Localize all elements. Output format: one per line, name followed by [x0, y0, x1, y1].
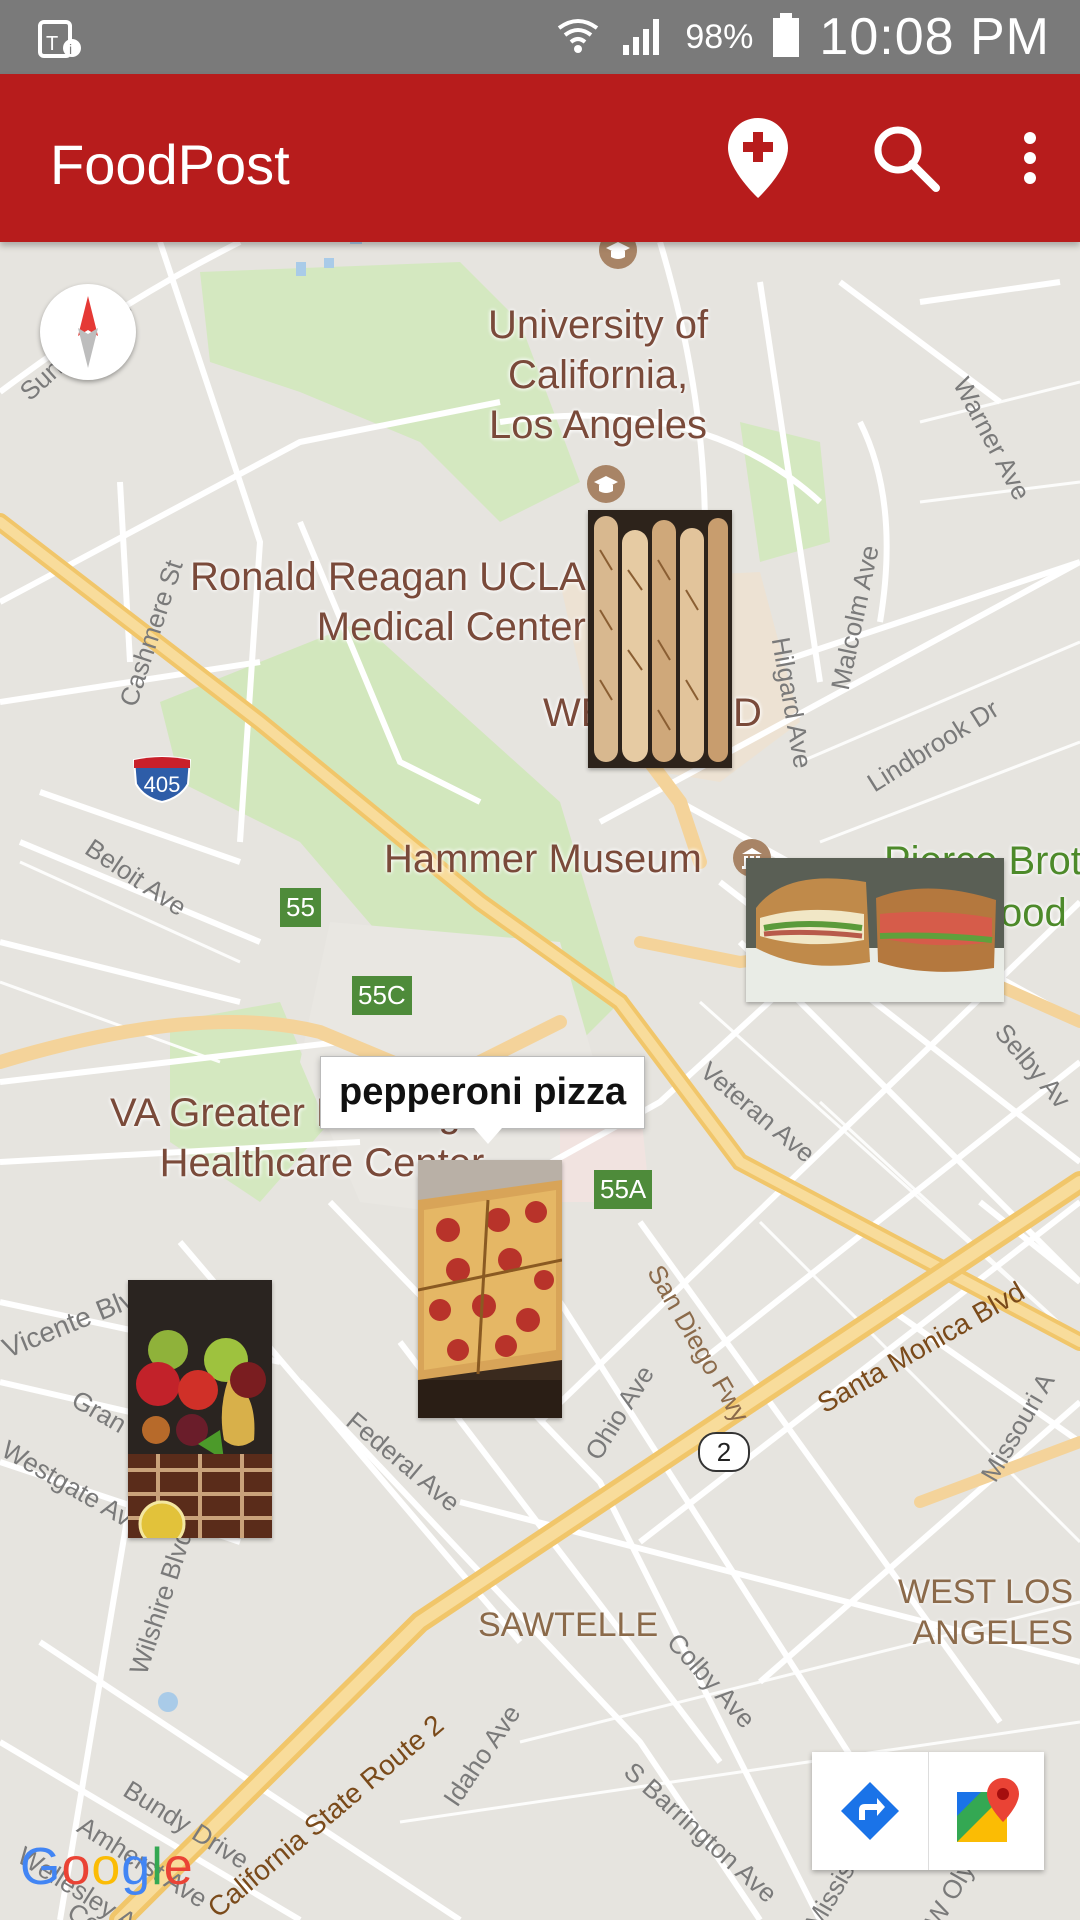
svg-text:T: T	[46, 33, 58, 55]
svg-text:405: 405	[144, 772, 181, 797]
poi-pierce-brothers-2: ood	[1000, 891, 1067, 935]
clock: 10:08 PM	[819, 8, 1050, 66]
school-icon	[599, 242, 637, 269]
baguette-photo	[588, 510, 732, 768]
poi-westwood-partial-end: D	[733, 691, 762, 735]
poi-ucla: University of California, Los Angeles	[488, 303, 709, 447]
route-2-shield: 2	[698, 1432, 750, 1472]
poi-hammer-museum: Hammer Museum	[384, 837, 702, 881]
google-logo: Google	[20, 1838, 194, 1896]
exit-55c-shield: 55C	[352, 976, 412, 1015]
marker-baguettes[interactable]	[588, 510, 732, 768]
wifi-icon	[555, 12, 601, 63]
app-bar: FoodPost	[0, 74, 1080, 242]
info-window-tail	[474, 1128, 502, 1144]
compass-icon	[78, 296, 98, 368]
marker-fruit-basket[interactable]	[128, 1280, 272, 1538]
status-bar: T i 98% 10:08 PM	[0, 0, 1080, 74]
school-icon	[587, 465, 625, 503]
marker-sandwich[interactable]	[746, 858, 1004, 1002]
more-vert-icon	[1024, 132, 1036, 184]
app-title: FoodPost	[50, 133, 290, 196]
map-toolbar	[812, 1752, 1044, 1870]
overflow-menu-button[interactable]	[1010, 114, 1050, 202]
battery-icon	[771, 11, 801, 64]
directions-button[interactable]	[812, 1752, 928, 1870]
poi-reagan-medical-center: Ronald Reagan UCLA Medical Center	[190, 555, 586, 649]
map-view[interactable]: University of California, Los Angeles Ro…	[0, 242, 1080, 1920]
sandwich-photo	[746, 858, 1004, 1002]
search-icon	[874, 126, 940, 192]
open-in-maps-button[interactable]	[929, 1752, 1045, 1870]
exit-55a-shield: 55A	[594, 1170, 653, 1209]
google-maps-icon	[957, 1778, 1020, 1842]
add-location-button[interactable]	[714, 114, 802, 202]
area-sawtelle: SAWTELLE	[478, 1606, 659, 1644]
notification-icon: T i	[36, 14, 84, 62]
marker-info-window: pepperoni pizza	[320, 1056, 646, 1129]
svg-text:i: i	[69, 41, 72, 57]
add-location-icon	[728, 118, 788, 198]
area-west-los-angeles: WEST LOS ANGELES	[898, 1573, 1074, 1652]
marker-pepperoni-pizza[interactable]	[418, 1160, 562, 1418]
battery-percent: 98%	[685, 17, 754, 56]
exit-55-shield: 55	[280, 888, 321, 927]
pizza-photo	[418, 1160, 562, 1418]
compass-button[interactable]	[40, 284, 136, 380]
interstate-405-shield: 405	[132, 756, 192, 804]
directions-icon	[840, 1782, 899, 1840]
fruit-photo	[128, 1280, 272, 1538]
search-button[interactable]	[862, 114, 950, 202]
signal-icon	[619, 13, 667, 62]
